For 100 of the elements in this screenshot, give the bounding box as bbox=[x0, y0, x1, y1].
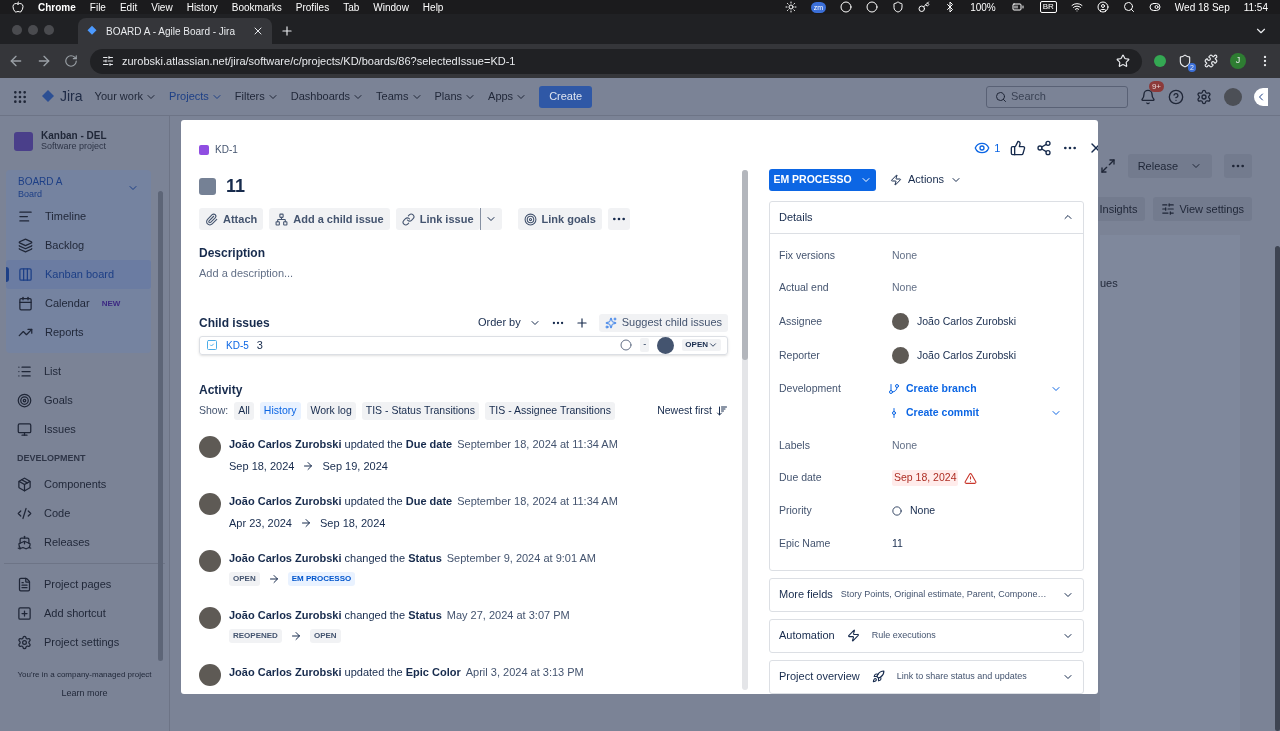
sidebar-item[interactable]: Code bbox=[0, 498, 169, 528]
toggle-icon[interactable] bbox=[1148, 1, 1161, 13]
learn-more-link[interactable]: Learn more bbox=[0, 686, 169, 700]
watcher-count[interactable]: 1 bbox=[994, 140, 1001, 157]
dev-link[interactable]: Create commit bbox=[906, 404, 1051, 421]
menu-item[interactable]: History bbox=[186, 0, 218, 15]
close-icon[interactable] bbox=[252, 25, 264, 37]
menu-item[interactable]: Tab bbox=[343, 0, 360, 15]
section-header[interactable]: More fields Story Points, Original estimate, Parent, Compone… bbox=[770, 578, 1084, 611]
sidebar-item[interactable]: Add shortcut bbox=[0, 598, 169, 628]
user-icon[interactable] bbox=[1096, 1, 1109, 13]
actions-button[interactable]: Actions bbox=[890, 171, 963, 188]
extensions-icon[interactable] bbox=[1204, 54, 1218, 68]
nav-item[interactable]: Filters bbox=[234, 88, 279, 105]
circle-icon[interactable] bbox=[840, 1, 853, 13]
sidebar-item[interactable]: Issues bbox=[0, 415, 169, 444]
app-switcher-icon[interactable] bbox=[12, 88, 28, 105]
notifications-icon[interactable] bbox=[1140, 88, 1156, 105]
child-issue-row[interactable]: KD-5 3 - OPEN bbox=[199, 335, 728, 355]
filter-tab[interactable]: TIS - Assignee Transitions bbox=[484, 401, 615, 420]
bookmark-star-icon[interactable] bbox=[1116, 54, 1130, 68]
wifi-icon[interactable] bbox=[1070, 1, 1083, 13]
field-value[interactable]: None bbox=[892, 248, 918, 261]
issue-key-link[interactable]: KD-1 bbox=[215, 142, 238, 157]
address-bar[interactable]: zurobski.atlassian.net/jira/software/c/projects/KD/boards/86?selectedIssue=KD-1 bbox=[90, 48, 1142, 74]
panel-toggle[interactable] bbox=[1254, 87, 1268, 106]
child-issue-key[interactable]: KD-5 bbox=[226, 337, 249, 353]
sidebar-item[interactable]: List bbox=[0, 357, 169, 386]
sun-icon[interactable] bbox=[784, 1, 797, 13]
sidebar-item[interactable]: Goals bbox=[0, 386, 169, 415]
suggest-button[interactable]: Suggest child issues bbox=[598, 313, 728, 332]
link-dropdown-button[interactable] bbox=[479, 208, 502, 230]
description-placeholder[interactable]: Add a description... bbox=[199, 265, 728, 282]
issue-title[interactable]: 11 bbox=[226, 173, 246, 200]
product-name[interactable]: Jira bbox=[60, 86, 83, 107]
shield-icon[interactable] bbox=[892, 1, 905, 13]
site-settings-icon[interactable] bbox=[102, 55, 114, 67]
user-name[interactable]: João Carlos Zurobski bbox=[917, 313, 1017, 330]
toolbar-button[interactable]: Link issue bbox=[395, 208, 480, 230]
circle-icon[interactable] bbox=[866, 1, 879, 13]
nav-item[interactable]: Teams bbox=[376, 88, 423, 105]
forward-icon[interactable] bbox=[36, 53, 52, 69]
nav-item[interactable]: Plans bbox=[434, 88, 477, 105]
epic-color-swatch[interactable] bbox=[199, 178, 216, 195]
menu-item[interactable]: Help bbox=[422, 0, 444, 15]
user-name[interactable]: João Carlos Zurobski bbox=[917, 347, 1017, 364]
menu-item[interactable]: Chrome bbox=[38, 0, 76, 15]
section-header[interactable]: Details bbox=[770, 201, 1084, 234]
profile-avatar[interactable]: J bbox=[1230, 53, 1246, 69]
sidebar-item[interactable]: Project settings bbox=[0, 627, 169, 657]
search-icon[interactable] bbox=[1122, 1, 1135, 13]
due-date-value[interactable]: Sep 18, 2024 bbox=[892, 470, 959, 486]
order-by-button[interactable]: Order by bbox=[477, 314, 541, 331]
toolbar-button[interactable]: Attach bbox=[199, 208, 264, 230]
sidebar-item[interactable]: Components bbox=[0, 469, 169, 499]
view-settings-button[interactable]: View settings bbox=[1153, 197, 1252, 221]
reload-icon[interactable] bbox=[64, 54, 78, 68]
filter-tab[interactable]: Work log bbox=[306, 401, 356, 420]
filter-tab[interactable]: All bbox=[234, 401, 254, 420]
back-icon[interactable] bbox=[8, 53, 24, 69]
nav-item[interactable]: Your work bbox=[94, 88, 158, 105]
menu-item[interactable]: File bbox=[89, 0, 106, 15]
new-tab-icon[interactable] bbox=[280, 24, 294, 38]
section-header[interactable]: Project overview Link to share status and updates bbox=[770, 660, 1084, 693]
menu-item[interactable]: Edit bbox=[119, 0, 138, 15]
sidebar-item[interactable]: Calendar NEW bbox=[6, 289, 151, 318]
toolbar-button[interactable]: Add a child issue bbox=[269, 208, 390, 230]
sidebar-item[interactable]: Releases bbox=[0, 527, 169, 557]
status-button[interactable]: EM PROCESSO bbox=[769, 168, 876, 191]
filter-tab[interactable]: History bbox=[259, 401, 301, 420]
project-name[interactable]: Kanban - DEL bbox=[41, 130, 107, 141]
sidebar-item[interactable]: Backlog bbox=[6, 231, 151, 260]
browser-tab[interactable]: BOARD A - Agile Board - Jira bbox=[78, 18, 272, 44]
sidebar-item[interactable]: Project pages bbox=[0, 569, 169, 599]
add-icon[interactable] bbox=[574, 315, 589, 330]
nav-item[interactable]: Apps bbox=[488, 88, 528, 105]
logo-icon[interactable] bbox=[12, 1, 24, 13]
status-dropdown[interactable]: OPEN bbox=[682, 339, 721, 351]
sort-button[interactable]: Newest first bbox=[657, 402, 728, 419]
create-button[interactable]: Create bbox=[539, 85, 593, 108]
scrollbar[interactable] bbox=[1275, 246, 1280, 731]
field-value[interactable]: None bbox=[910, 503, 936, 519]
dev-link[interactable]: Create branch bbox=[906, 381, 1051, 397]
toolbar-button[interactable]: Link goals bbox=[517, 208, 602, 230]
scrollbar[interactable] bbox=[158, 191, 163, 661]
menu-item[interactable]: Profiles bbox=[295, 0, 330, 15]
field-value[interactable]: None bbox=[892, 281, 918, 294]
release-button[interactable]: Release bbox=[1127, 154, 1212, 178]
field-value[interactable]: None bbox=[892, 438, 918, 451]
menu-item[interactable]: Window bbox=[373, 0, 409, 15]
nav-item[interactable]: Dashboards bbox=[290, 88, 365, 105]
section-header[interactable]: Automation Rule executions bbox=[770, 619, 1084, 652]
menu-item[interactable]: View bbox=[151, 0, 173, 15]
help-icon[interactable] bbox=[1168, 88, 1184, 105]
expand-icon[interactable] bbox=[1099, 158, 1116, 174]
filter-tab[interactable]: TIS - Status Transitions bbox=[361, 401, 479, 420]
thumbs-up-icon[interactable] bbox=[1010, 140, 1027, 157]
menu-item[interactable]: Bookmarks bbox=[231, 0, 282, 15]
key-icon[interactable] bbox=[918, 1, 931, 13]
scrollbar[interactable] bbox=[742, 170, 748, 690]
